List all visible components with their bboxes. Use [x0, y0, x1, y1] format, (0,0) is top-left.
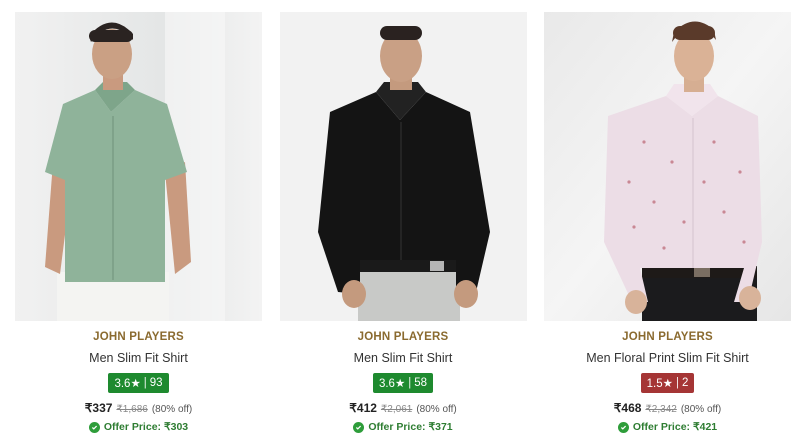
offer-price-text: Offer Price: ₹421: [632, 421, 718, 433]
floral-shirt-model-image: [544, 12, 791, 321]
selling-price: ₹468: [613, 401, 642, 415]
selling-price: ₹412: [349, 401, 377, 415]
price-row: ₹337 ₹1,686 (80% off): [85, 401, 192, 415]
offer-price-text: Offer Price: ₹303: [103, 421, 189, 433]
rating-separator: |: [408, 377, 412, 389]
rating-count: 2: [681, 377, 689, 389]
offer-price: Offer Price: ₹303: [88, 421, 189, 433]
rating-count: 58: [414, 377, 428, 389]
product-image[interactable]: [279, 12, 527, 321]
offer-price: Offer Price: ₹421: [617, 421, 718, 433]
price-row: ₹468 ₹2,342 (80% off): [614, 401, 721, 415]
offer-tag-icon: [353, 421, 365, 433]
original-price: ₹2,061: [380, 404, 413, 415]
product-card[interactable]: JOHN PLAYERS Men Slim Fit Shirt 3.6★ | 9…: [15, 12, 262, 433]
discount-percent: (80% off): [680, 404, 722, 415]
rating-separator: |: [143, 377, 147, 389]
product-title[interactable]: Men Floral Print Slim Fit Shirt: [586, 351, 749, 365]
discount-percent: (80% off): [416, 404, 457, 415]
price-row: ₹412 ₹2,061 (80% off): [349, 401, 456, 415]
discount-percent: (80% off): [151, 404, 193, 415]
rating-value: 3.6★: [378, 378, 406, 390]
rating-value: 1.5★: [646, 378, 673, 390]
product-brand: JOHN PLAYERS: [357, 331, 449, 343]
product-title[interactable]: Men Slim Fit Shirt: [89, 351, 188, 365]
product-grid: JOHN PLAYERS Men Slim Fit Shirt 3.6★ | 9…: [15, 12, 791, 433]
offer-tag-icon: [88, 421, 100, 433]
rating-badge: 3.6★ | 93: [108, 373, 169, 393]
offer-price: Offer Price: ₹371: [353, 421, 453, 433]
offer-tag-icon: [617, 421, 629, 433]
original-price: ₹2,342: [645, 404, 677, 415]
product-card[interactable]: JOHN PLAYERS Men Floral Print Slim Fit S…: [544, 12, 791, 433]
rating-value: 3.6★: [114, 378, 141, 390]
rating-count: 93: [149, 377, 163, 389]
original-price: ₹1,686: [116, 404, 148, 415]
selling-price: ₹337: [84, 401, 113, 415]
green-shirt-model-image: [15, 12, 262, 321]
black-shirt-model-image: [279, 12, 527, 321]
rating-separator: |: [675, 377, 679, 389]
offer-price-text: Offer Price: ₹371: [368, 421, 453, 433]
product-image[interactable]: [15, 12, 262, 321]
product-brand: JOHN PLAYERS: [93, 331, 184, 343]
rating-badge: 3.6★ | 58: [372, 373, 434, 393]
rating-badge: 1.5★ | 2: [640, 373, 695, 393]
product-brand: JOHN PLAYERS: [622, 331, 713, 343]
product-card[interactable]: JOHN PLAYERS Men Slim Fit Shirt 3.6★ | 5…: [279, 12, 527, 433]
product-title[interactable]: Men Slim Fit Shirt: [354, 351, 453, 365]
product-image[interactable]: [544, 12, 791, 321]
